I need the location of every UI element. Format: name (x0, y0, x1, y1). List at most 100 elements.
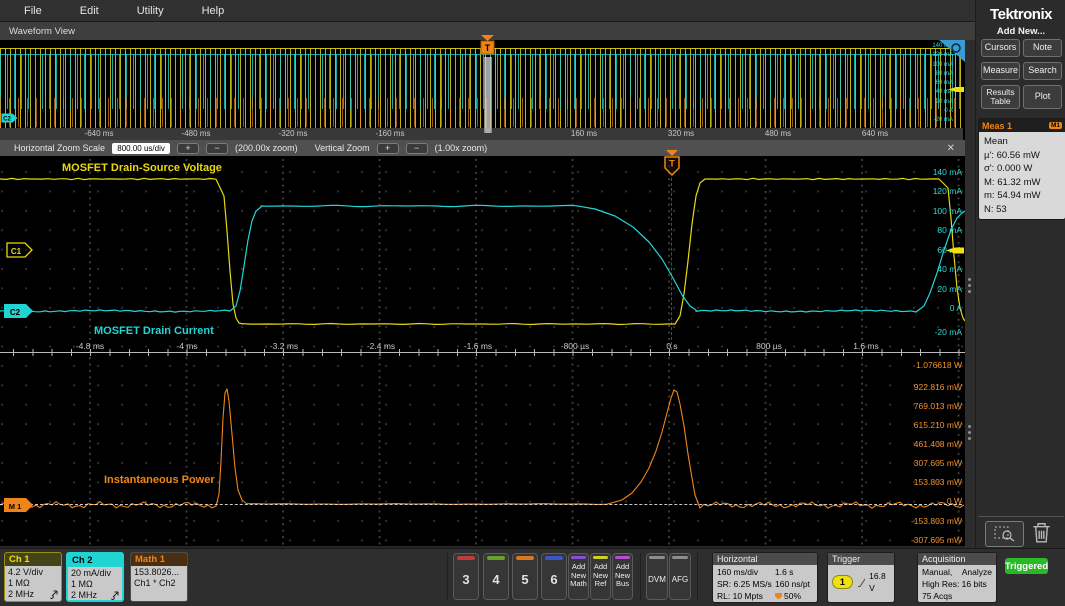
overview-trigger-level-arrow[interactable] (948, 84, 964, 95)
bottom-settings-bar: Ch 1 4.2 V/div 1 MΩ 2 MHz Ch 2 20 mA/div… (0, 548, 1065, 606)
ch4-button[interactable]: 4 (483, 553, 509, 600)
add-new-bus-button[interactable]: Add New Bus (612, 553, 633, 600)
oscilloscope-app: File Edit Utility Help Waveform View -64… (0, 0, 1065, 606)
horizontal-zoom-scale-input[interactable] (112, 143, 170, 154)
ch5-button[interactable]: 5 (512, 553, 538, 600)
ch2-position-marker[interactable]: C2 (3, 303, 34, 320)
add-new-ref-button[interactable]: Add New Ref (590, 553, 611, 600)
overview-tick: -160 ms (376, 129, 405, 138)
main-trigger-marker[interactable]: T (661, 150, 683, 178)
trigger-level-value: 16.8 V (869, 570, 890, 594)
overview-tick: -640 ms (85, 129, 114, 138)
v-zoom-factor-label: (1.00x zoom) (435, 143, 488, 153)
divider (640, 553, 641, 600)
svg-text:C2: C2 (10, 308, 21, 317)
splitter-handle-icon[interactable] (968, 278, 971, 293)
rising-edge-icon (857, 577, 865, 588)
overview-trigger-marker[interactable]: T (479, 35, 496, 56)
add-new-math-button[interactable]: Add New Math (568, 553, 589, 600)
zero-watt-reference-line (0, 504, 962, 505)
menu-edit[interactable]: Edit (80, 5, 99, 17)
add-measure-button[interactable]: Measure (981, 62, 1020, 80)
ref-color-strip (593, 556, 608, 559)
ch1-trace (0, 178, 965, 324)
h-zoom-increase-button[interactable]: + (177, 143, 199, 154)
probe-icon (49, 590, 58, 599)
v-zoom-increase-button[interactable]: + (377, 143, 399, 154)
overview-zoom-window-handle[interactable] (484, 57, 492, 133)
horizontal-panel-header: Horizontal (713, 553, 817, 565)
add-plot-button[interactable]: Plot (1023, 85, 1062, 109)
menu-file[interactable]: File (24, 5, 42, 17)
ch1-badge[interactable]: Ch 1 4.2 V/div 1 MΩ 2 MHz (4, 552, 62, 602)
zoom-close-icon[interactable]: ✕ (947, 143, 955, 154)
menu-bar: File Edit Utility Help (0, 0, 975, 22)
ch2-trace (0, 205, 965, 312)
divider (447, 553, 448, 600)
trigger-arrow-icon (481, 35, 494, 41)
zoom-select-button[interactable] (985, 521, 1024, 547)
add-results-table-button[interactable]: Results Table (981, 85, 1020, 109)
afg-button[interactable]: AFG (669, 553, 691, 600)
math-color-strip (571, 556, 586, 559)
math-position-marker[interactable]: M 1 (3, 497, 34, 514)
meas1-title: Meas 1 (982, 121, 1049, 131)
trash-icon (1032, 522, 1051, 543)
v-zoom-decrease-button[interactable]: − (406, 143, 428, 154)
ch5-color-strip (516, 556, 534, 560)
ch3-button[interactable]: 3 (453, 553, 479, 600)
graph-separator-line (0, 352, 965, 353)
zoom-box-icon (994, 526, 1016, 542)
meas1-header[interactable]: Meas 1 M1 (979, 119, 1065, 132)
ch1-position-marker[interactable]: C1 (6, 242, 33, 259)
meas1-values: Mean µ': 60.56 mW σ': 0.000 W M: 61.32 m… (979, 132, 1065, 219)
splitter-handle-icon[interactable] (968, 425, 971, 440)
vertical-zoom-label: Vertical Zoom (315, 143, 370, 153)
svg-text:C1: C1 (11, 247, 22, 256)
add-search-button[interactable]: Search (1023, 62, 1062, 80)
svg-text:T: T (485, 43, 491, 53)
overview-tick: 160 ms (571, 129, 597, 138)
horizontal-zoom-scale-label: Horizontal Zoom Scale (14, 143, 105, 153)
trigger-panel[interactable]: Trigger 1 16.8 V (827, 552, 895, 603)
ch2-badge[interactable]: Ch 2 20 mA/div 1 MΩ 2 MHz (66, 552, 124, 602)
math-trace-label: Instantaneous Power (104, 474, 215, 486)
svg-text:M 1: M 1 (9, 502, 22, 511)
math1-badge-header: Math 1 (131, 553, 187, 566)
add-cursors-button[interactable]: Cursors (981, 39, 1020, 57)
right-sidebar: Tektronix Add New... Cursors Note Measur… (975, 0, 1065, 548)
math-trace (0, 389, 964, 508)
bus-color-strip (615, 556, 630, 559)
svg-text:C2: C2 (3, 117, 11, 123)
trigger-source-badge: 1 (832, 575, 853, 589)
ch3-color-strip (457, 556, 475, 560)
waveform-overview[interactable]: -640 ms -480 ms -320 ms -160 ms 160 ms 3… (0, 40, 965, 140)
overview-ch2-marker[interactable]: C2 (1, 113, 18, 123)
overview-time-axis: -640 ms -480 ms -320 ms -160 ms 160 ms 3… (0, 128, 963, 140)
trash-button[interactable] (1032, 522, 1051, 548)
ch6-color-strip (545, 556, 563, 560)
main-waveform-view[interactable]: MOSFET Drain-Source Voltage MOSFET Drain… (0, 156, 965, 546)
zoom-scale-bar: Horizontal Zoom Scale + − (200.00x zoom)… (0, 140, 965, 156)
horizontal-panel[interactable]: Horizontal 160 ms/div1.6 s SR: 6.25 MS/s… (712, 552, 818, 603)
ch6-button[interactable]: 6 (541, 553, 567, 600)
menu-help[interactable]: Help (202, 5, 225, 17)
overview-math-waveform (0, 98, 963, 127)
menu-utility[interactable]: Utility (137, 5, 164, 17)
dvm-button[interactable]: DVM (646, 553, 668, 600)
trigger-position-icon (775, 593, 782, 600)
svg-text:T: T (669, 159, 675, 169)
h-zoom-decrease-button[interactable]: − (206, 143, 228, 154)
overview-tick: -320 ms (279, 129, 308, 138)
tab-waveform-view[interactable]: Waveform View (9, 26, 75, 37)
right-scroll-strip (965, 40, 975, 548)
measurement-badge-meas1[interactable]: Meas 1 M1 Mean µ': 60.56 mW σ': 0.000 W … (978, 118, 1065, 220)
add-note-button[interactable]: Note (1023, 39, 1062, 57)
math1-badge[interactable]: Math 1 153.8026... Ch1 * Ch2 (130, 552, 188, 602)
ch2-trace-label: MOSFET Drain Current (94, 325, 214, 337)
acquisition-panel[interactable]: Acquisition Manual, Analyze High Res: 16… (917, 552, 997, 603)
h-zoom-factor-label: (200.00x zoom) (235, 143, 298, 153)
triggered-status-badge: Triggered (1005, 558, 1048, 574)
trigger-level-arrow[interactable] (946, 244, 964, 257)
tektronix-logo: Tektronix (976, 6, 1065, 23)
